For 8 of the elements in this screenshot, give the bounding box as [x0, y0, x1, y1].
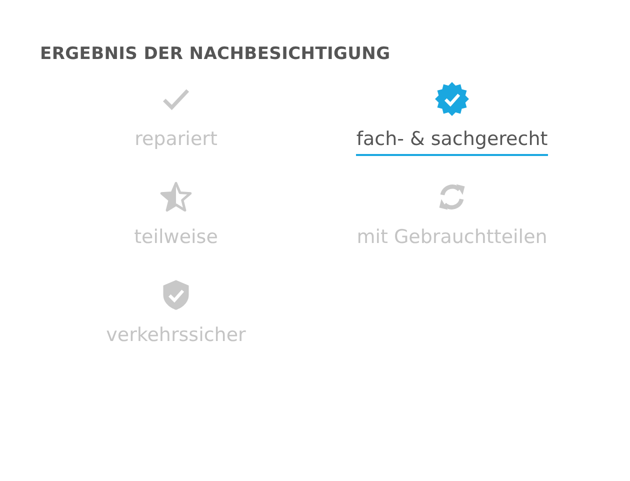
option-button[interactable]: fach- & sachgerecht — [314, 82, 590, 156]
option-button[interactable]: verkehrssicher — [38, 278, 314, 352]
option-button[interactable]: teilweise — [38, 180, 314, 254]
section-title: ERGEBNIS DER NACHBESICHTIGUNG — [40, 44, 392, 64]
option-button[interactable]: mit Gebrauchtteilen — [314, 180, 590, 254]
half-star-icon — [159, 180, 193, 214]
badge-check-icon — [435, 82, 469, 116]
option-button[interactable]: repariert — [38, 82, 314, 156]
